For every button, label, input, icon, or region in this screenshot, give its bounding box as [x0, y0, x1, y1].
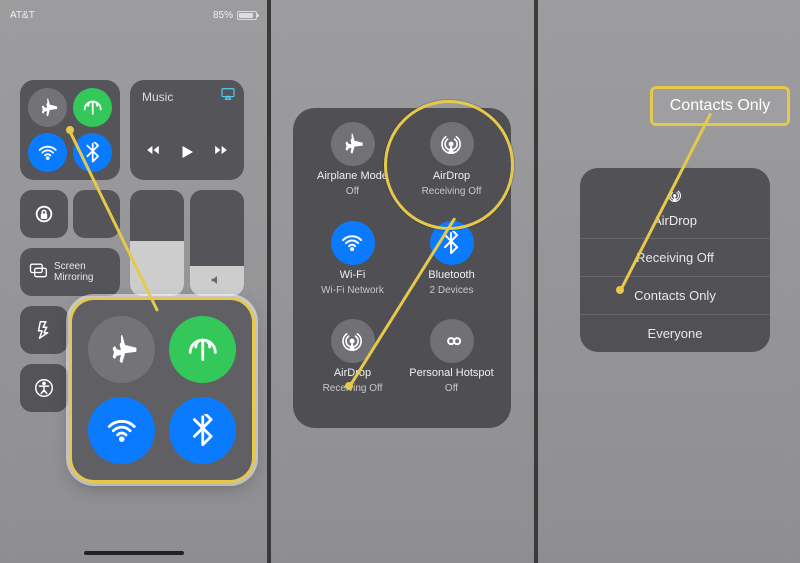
orientation-lock-icon [20, 190, 68, 238]
airdrop-status: Receiving Off [422, 186, 482, 197]
airplane-mode-cell[interactable]: Airplane Mode Off [303, 122, 402, 221]
battery-icon [237, 11, 257, 20]
screen-mirroring-icon [28, 260, 48, 285]
carrier-label: AT&T [10, 10, 35, 21]
screen-mirroring-tile[interactable]: Screen Mirroring [20, 248, 120, 296]
zoom-wifi-icon [88, 397, 155, 464]
flashlight-icon [20, 306, 68, 354]
bluetooth-title: Bluetooth [428, 269, 474, 281]
airdrop-menu-panel: Contacts Only AirDrop Receiving Off Cont… [538, 0, 800, 563]
airdrop-option-receiving-off[interactable]: Receiving Off [580, 238, 770, 276]
wifi-toggle[interactable] [28, 133, 67, 172]
brightness-slider[interactable] [130, 190, 184, 296]
airplane-status: Off [346, 186, 359, 197]
bluetooth-toggle[interactable] [73, 133, 112, 172]
airdrop-options-header: AirDrop [580, 168, 770, 238]
airdrop-option-everyone[interactable]: Everyone [580, 314, 770, 352]
speaker-icon [190, 272, 244, 288]
music-tile[interactable]: Music [130, 80, 244, 180]
wifi-status: Wi-Fi Network [321, 285, 384, 296]
airdrop-cell[interactable]: AirDrop Receiving Off [303, 319, 402, 418]
wifi-cell[interactable]: Wi-Fi Wi-Fi Network [303, 221, 402, 320]
hotspot-status: Off [445, 383, 458, 394]
sun-icon [130, 272, 184, 288]
music-next-button[interactable] [214, 143, 228, 166]
connectivity-tile[interactable] [20, 80, 120, 180]
airdrop-icon [430, 122, 474, 166]
airdrop-menu-title: AirDrop [653, 213, 697, 228]
hotspot-title: Personal Hotspot [409, 367, 493, 379]
cellular-toggle[interactable] [73, 88, 112, 127]
bluetooth-status: 2 Devices [430, 285, 474, 296]
hotspot-cell[interactable]: Personal Hotspot Off [402, 319, 501, 418]
bluetooth-icon [430, 221, 474, 265]
airdrop-status: Receiving Off [323, 383, 383, 394]
airdrop-cell-top[interactable]: AirDrop Receiving Off [402, 122, 501, 221]
hotspot-icon [430, 319, 474, 363]
screen-mirroring-label: Screen Mirroring [54, 261, 112, 283]
accessibility-tile[interactable] [20, 364, 68, 412]
zoom-callout-connectivity [72, 300, 252, 480]
wifi-icon [331, 221, 375, 265]
battery-percent-label: 85% [213, 10, 233, 21]
bluetooth-cell[interactable]: Bluetooth 2 Devices [402, 221, 501, 320]
home-indicator [84, 551, 184, 555]
moon-icon [73, 190, 120, 238]
music-prev-button[interactable] [146, 143, 160, 166]
airplane-icon [331, 122, 375, 166]
orientation-lock-tile[interactable] [20, 190, 68, 238]
highlight-pill-contacts-only: Contacts Only [650, 86, 790, 126]
wifi-title: Wi-Fi [340, 269, 366, 281]
volume-slider[interactable] [190, 190, 244, 296]
airdrop-options-menu: AirDrop Receiving Off Contacts Only Ever… [580, 168, 770, 352]
zoom-airplane-icon [88, 316, 155, 383]
zoom-bluetooth-icon [169, 397, 236, 464]
accessibility-icon [20, 364, 68, 412]
airdrop-option-contacts-only[interactable]: Contacts Only [580, 276, 770, 314]
airplane-title: Airplane Mode [317, 170, 388, 182]
zoom-cellular-icon [169, 316, 236, 383]
airplane-toggle[interactable] [28, 88, 67, 127]
do-not-disturb-tile[interactable] [73, 190, 120, 238]
music-play-button[interactable] [178, 143, 196, 166]
control-center-panel: AT&T 85% Music Screen Mirroring [0, 0, 267, 563]
highlight-pill-label: Contacts Only [670, 97, 770, 114]
airdrop-icon [331, 319, 375, 363]
connectivity-expanded-card: Airplane Mode Off AirDrop Receiving Off … [293, 108, 511, 428]
airdrop-title: AirDrop [334, 367, 371, 379]
airplay-icon[interactable] [220, 86, 236, 107]
status-bar: AT&T 85% [10, 10, 257, 21]
music-title: Music [142, 90, 173, 104]
connectivity-expanded-panel: Airplane Mode Off AirDrop Receiving Off … [271, 0, 534, 563]
airdrop-title: AirDrop [433, 170, 470, 182]
flashlight-tile[interactable] [20, 306, 68, 354]
airdrop-icon [661, 182, 689, 210]
